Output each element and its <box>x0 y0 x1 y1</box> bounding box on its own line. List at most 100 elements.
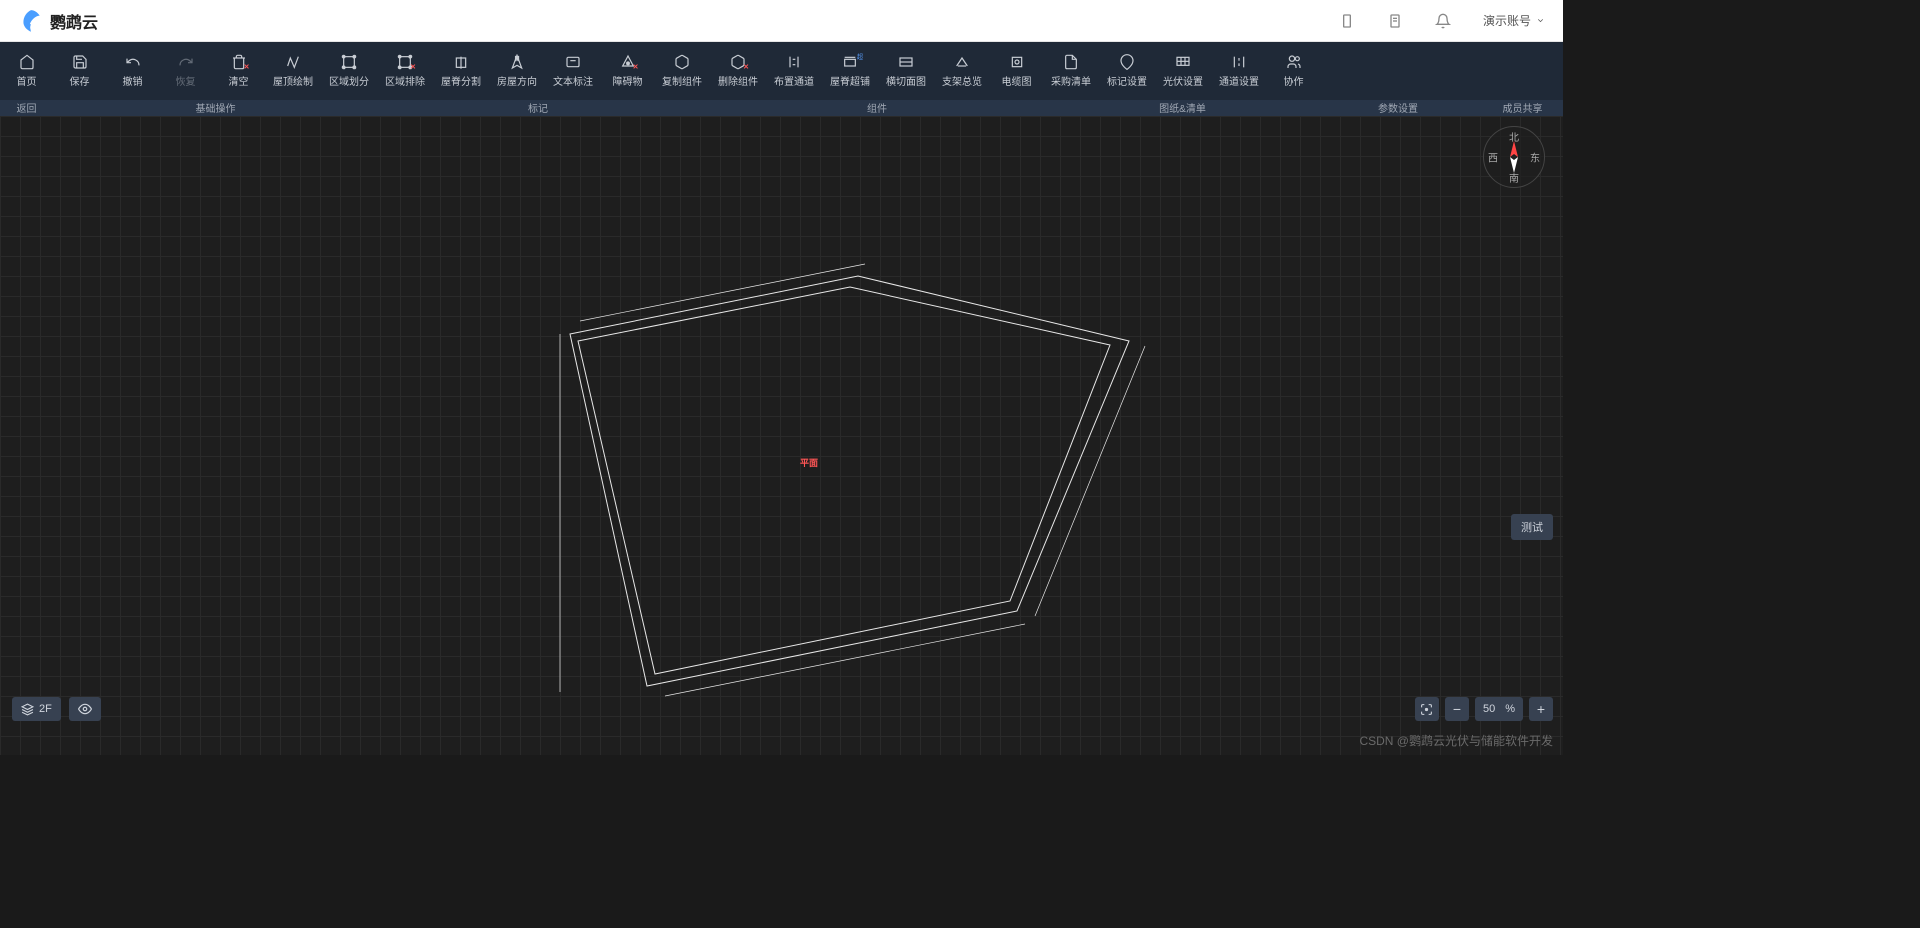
fit-button[interactable] <box>1415 697 1439 721</box>
toolbar-label: 光伏设置 <box>1163 73 1203 88</box>
channel-icon <box>786 54 802 70</box>
toolbar-label: 清空 <box>229 73 249 88</box>
toolbar-label: 屋顶绘制 <box>273 73 313 88</box>
toolbar-label: 保存 <box>70 73 90 88</box>
toolbar-cross[interactable]: 横切面图 <box>878 42 934 100</box>
area-exclude-icon: ✕ <box>397 54 413 70</box>
toolbar-label: 支架总览 <box>942 73 982 88</box>
cable-icon <box>1009 54 1025 70</box>
toolbar-label: 障碍物 <box>613 73 643 88</box>
toolbar-channel[interactable]: 布置通道 <box>766 42 822 100</box>
toolbar-redo[interactable]: 恢复 <box>159 42 212 100</box>
redo-icon <box>178 54 194 70</box>
toolbar-label: 横切面图 <box>886 73 926 88</box>
compass-east: 东 <box>1530 150 1540 165</box>
toolbar-label: 通道设置 <box>1219 73 1259 88</box>
visibility-button[interactable] <box>69 697 101 721</box>
toolbar-label: 标记设置 <box>1107 73 1147 88</box>
toolbar-direction[interactable]: N 房屋方向 <box>489 42 545 100</box>
toolbar-copy[interactable]: 复制组件 <box>654 42 710 100</box>
compass-west: 西 <box>1488 150 1498 165</box>
account-label: 演示账号 <box>1483 12 1531 29</box>
toolbar-label: 恢复 <box>176 73 196 88</box>
draw-icon <box>285 54 301 70</box>
toolbar-label: 屋脊超铺 <box>830 73 870 88</box>
center-marker: 平面 <box>800 456 818 469</box>
toolbar-cable[interactable]: 电缆图 <box>990 42 1043 100</box>
toolbar-label: 删除组件 <box>718 73 758 88</box>
mobile-icon[interactable] <box>1339 13 1355 29</box>
toolbar-label: 电缆图 <box>1002 73 1032 88</box>
account-dropdown[interactable]: 演示账号 <box>1483 12 1545 29</box>
top-header: 鹦鹉云 演示账号 <box>0 0 1563 42</box>
zoom-out-button[interactable]: − <box>1445 697 1469 721</box>
toolbar-ridge[interactable]: 屋脊分割 <box>433 42 489 100</box>
toolbar-label: 布置通道 <box>774 73 814 88</box>
doc-icon[interactable] <box>1387 13 1403 29</box>
toolbar-label: 房屋方向 <box>497 73 537 88</box>
toolbar-home[interactable]: 首页 <box>0 42 53 100</box>
toolbar-collab[interactable]: 协作 <box>1267 42 1320 100</box>
list-icon <box>1063 54 1079 70</box>
header-right: 演示账号 <box>1339 12 1545 29</box>
toolbar-label: 文本标注 <box>553 73 593 88</box>
super-icon: 超 <box>842 54 858 70</box>
lane-icon <box>1231 54 1247 70</box>
toolbar-obstacle[interactable]: ✕ 障碍物 <box>601 42 654 100</box>
toolbar-trash[interactable]: ✕ 清空 <box>212 42 265 100</box>
trash-icon: ✕ <box>231 54 247 70</box>
ridge-icon <box>453 54 469 70</box>
toolbar-list[interactable]: 采购清单 <box>1043 42 1099 100</box>
toolbar-delete[interactable]: ✕ 删除组件 <box>710 42 766 100</box>
zoom-controls: − 50 % + <box>1415 697 1553 721</box>
direction-icon: N <box>509 54 525 70</box>
delete-icon: ✕ <box>730 54 746 70</box>
toolbar-save[interactable]: 保存 <box>53 42 106 100</box>
group-label: 图纸&清单 <box>1115 100 1250 115</box>
zoom-in-button[interactable]: + <box>1529 697 1553 721</box>
group-label: 组件 <box>797 100 957 115</box>
toolbar-label: 区域排除 <box>385 73 425 88</box>
group-label: 返回 <box>0 100 53 115</box>
chevron-down-icon <box>1536 16 1545 25</box>
obstacle-icon: ✕ <box>620 54 636 70</box>
toolbar-pv[interactable]: 光伏设置 <box>1155 42 1211 100</box>
pin-icon <box>1119 54 1135 70</box>
toolbar-area-exclude[interactable]: ✕ 区域排除 <box>377 42 433 100</box>
eye-icon <box>78 702 92 716</box>
toolbar-super[interactable]: 超 屋脊超铺 <box>822 42 878 100</box>
cross-icon <box>898 54 914 70</box>
fit-icon <box>1420 703 1433 716</box>
test-button[interactable]: 测试 <box>1511 514 1553 540</box>
toolbar: 首页 保存 撤销 恢复 ✕ 清空 屋顶绘制 <box>0 42 1563 100</box>
canvas-area[interactable]: 平面 北 南 东 西 测试 2F − 50 % + C <box>0 116 1563 755</box>
toolbar-label: 复制组件 <box>662 73 702 88</box>
undo-icon <box>125 54 141 70</box>
home-icon <box>19 54 35 70</box>
area-icon <box>341 54 357 70</box>
floor-button[interactable]: 2F <box>12 697 61 721</box>
group-label: 参数设置 <box>1343 100 1453 115</box>
toolbar-lane[interactable]: 通道设置 <box>1211 42 1267 100</box>
toolbar-draw[interactable]: 屋顶绘制 <box>265 42 321 100</box>
zoom-unit: % <box>1505 703 1515 715</box>
group-label: 成员共享 <box>1495 100 1550 115</box>
toolbar-label: 屋脊分割 <box>441 73 481 88</box>
pv-icon <box>1175 54 1191 70</box>
text-icon <box>565 54 581 70</box>
logo[interactable]: 鹦鹉云 <box>18 8 98 34</box>
toolbar-pin[interactable]: 标记设置 <box>1099 42 1155 100</box>
group-labels: 返回基础操作标记组件图纸&清单参数设置成员共享 <box>0 100 1563 116</box>
toolbar-label: 采购清单 <box>1051 73 1091 88</box>
toolbar-area[interactable]: 区域划分 <box>321 42 377 100</box>
toolbar-label: 协作 <box>1284 73 1304 88</box>
copy-icon <box>674 54 690 70</box>
group-label: 基础操作 <box>108 100 323 115</box>
app-name: 鹦鹉云 <box>50 9 98 33</box>
toolbar-bracket[interactable]: 支架总览 <box>934 42 990 100</box>
toolbar-undo[interactable]: 撤销 <box>106 42 159 100</box>
compass[interactable]: 北 南 东 西 <box>1483 126 1545 188</box>
toolbar-text[interactable]: 文本标注 <box>545 42 601 100</box>
layers-icon <box>21 703 34 716</box>
bell-icon[interactable] <box>1435 13 1451 29</box>
